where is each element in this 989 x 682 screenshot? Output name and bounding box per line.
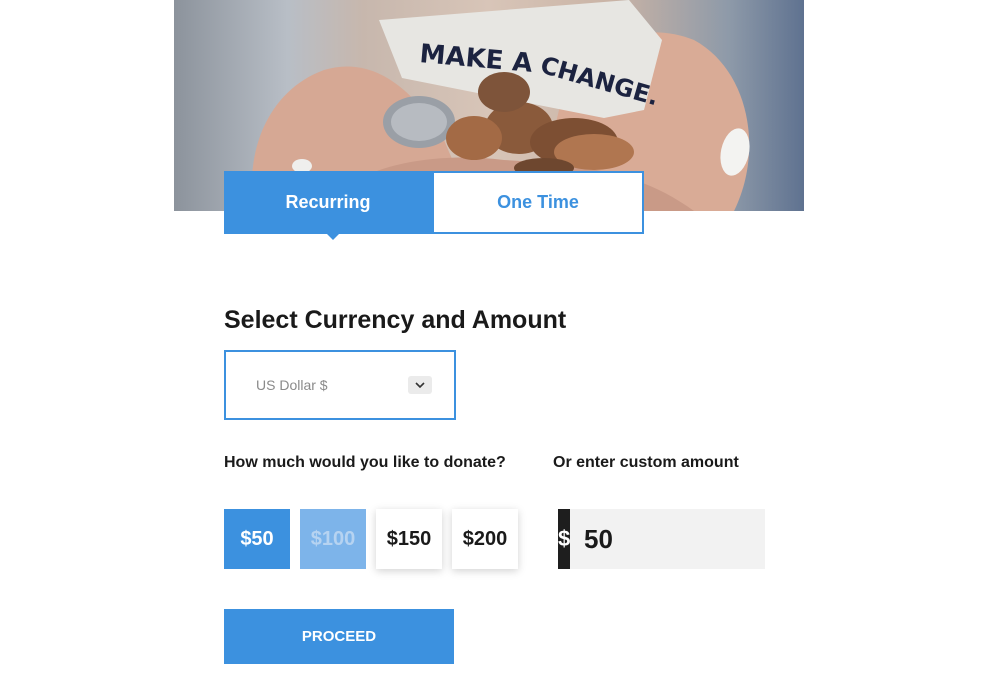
- currency-prefix: $: [558, 509, 570, 569]
- amount-option-100[interactable]: $100: [300, 509, 366, 569]
- custom-amount-label: Or enter custom amount: [553, 454, 739, 471]
- proceed-button[interactable]: PROCEED: [224, 609, 454, 664]
- amount-option-150[interactable]: $150: [376, 509, 442, 569]
- donation-type-tabs: Recurring One Time: [224, 171, 644, 240]
- custom-amount-input[interactable]: [570, 509, 760, 569]
- donate-amount-label: How much would you like to donate?: [224, 454, 506, 471]
- chevron-down-icon: [408, 376, 432, 394]
- custom-amount-field: $: [558, 509, 765, 569]
- page-title: Select Currency and Amount: [224, 306, 567, 334]
- currency-select[interactable]: US Dollar $: [224, 350, 456, 420]
- amount-option-50[interactable]: $50: [224, 509, 290, 569]
- currency-selected-value: US Dollar $: [256, 377, 328, 393]
- tab-one-time[interactable]: One Time: [432, 171, 644, 234]
- amount-options: $50 $100 $150 $200: [224, 509, 518, 569]
- amount-option-200[interactable]: $200: [452, 509, 518, 569]
- tab-recurring[interactable]: Recurring: [224, 171, 432, 240]
